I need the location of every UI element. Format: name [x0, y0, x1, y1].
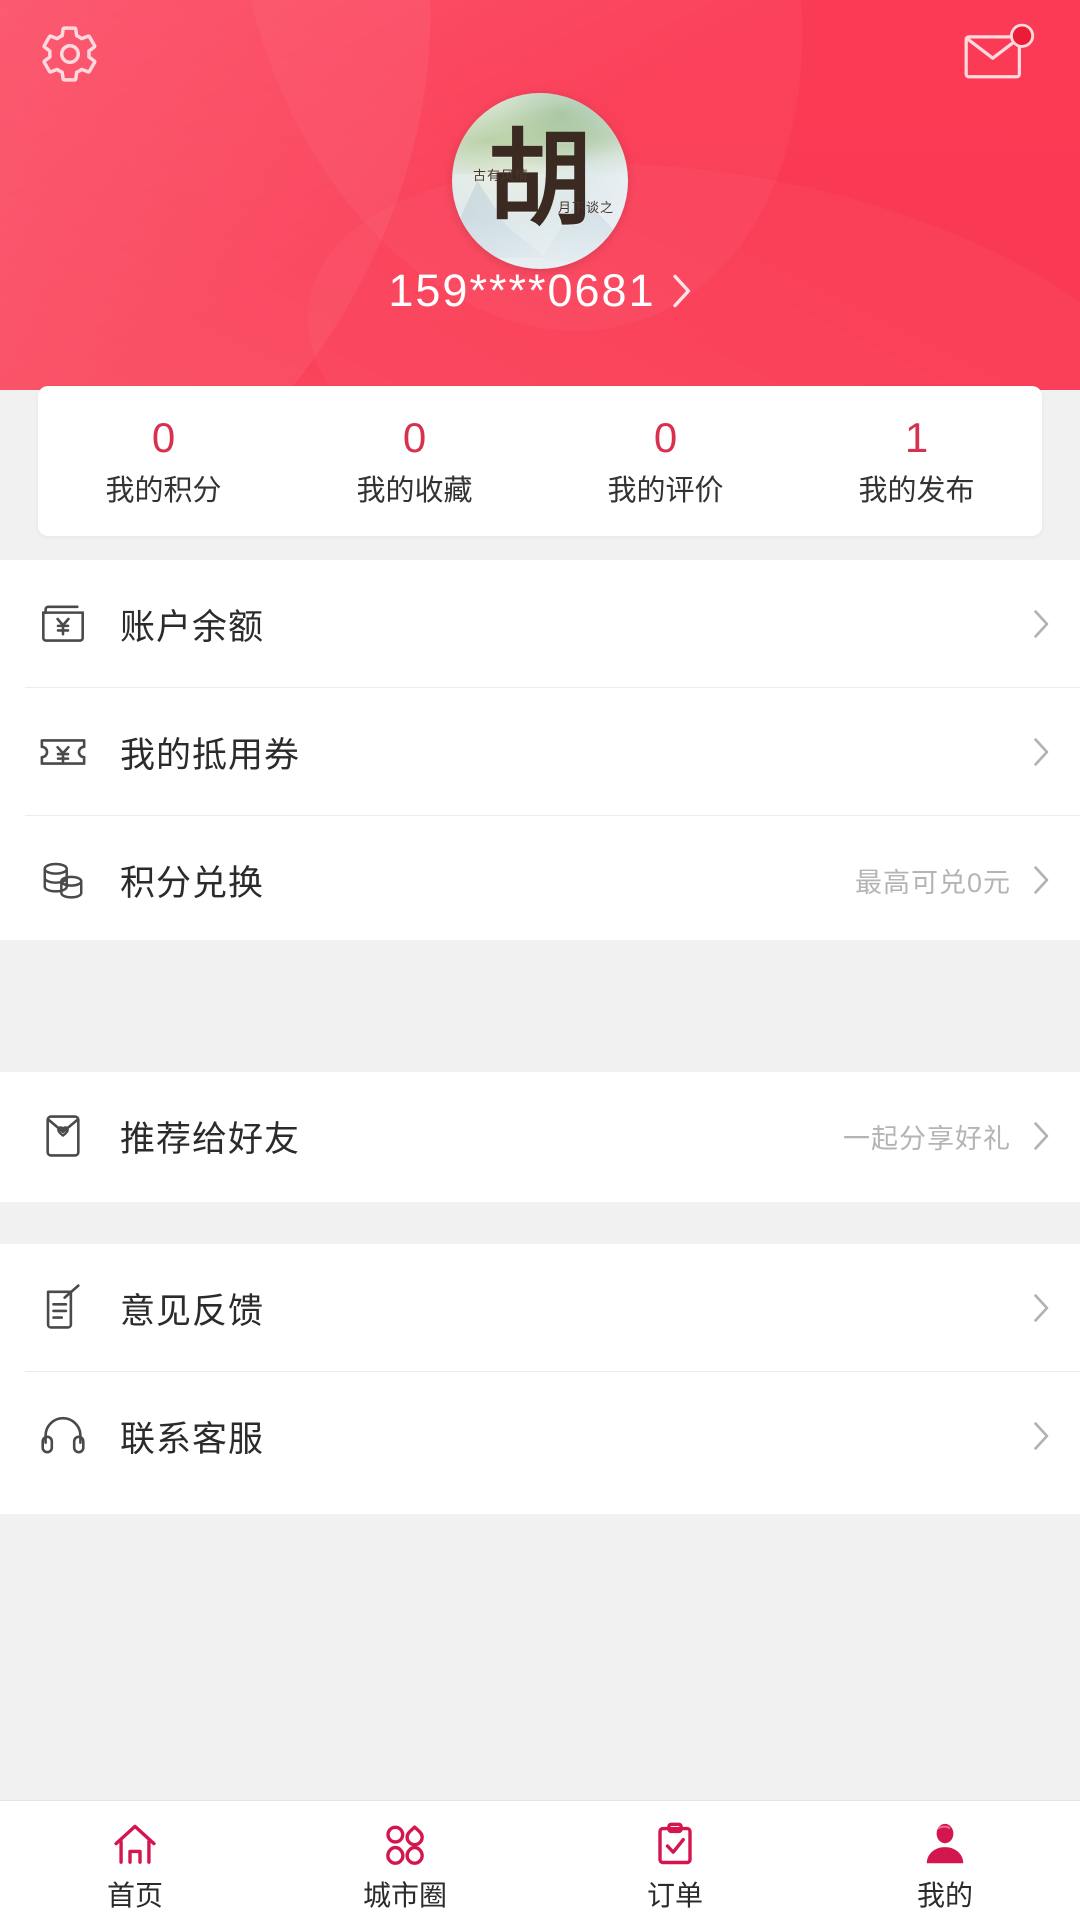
tab-label: 我的 — [917, 1882, 973, 1910]
menu-group-account: 账户余额 我的抵用券 — [0, 560, 1080, 940]
stat-my-points[interactable]: 0 我的积分 — [38, 386, 289, 536]
stat-label: 我的评价 — [607, 477, 723, 506]
messages-button[interactable] — [950, 12, 1050, 96]
profile-header: 胡 古有风情 月下谈之 159****0681 — [0, 0, 1080, 390]
menu-item-hint: 最高可兑0元 — [855, 861, 1011, 900]
phone-number-row[interactable]: 159****0681 — [0, 268, 1080, 313]
menu-group-share: 推荐给好友 一起分享好礼 — [0, 1072, 1080, 1202]
menu-item-my-coupons[interactable]: 我的抵用券 — [0, 688, 1080, 816]
chevron-right-icon — [1033, 609, 1050, 639]
user-person-icon — [917, 1817, 973, 1873]
chevron-right-icon — [1033, 1421, 1050, 1451]
gear-icon — [39, 23, 101, 85]
stat-my-favorites[interactable]: 0 我的收藏 — [289, 386, 540, 536]
menu-item-contact-support[interactable]: 联系客服 — [0, 1372, 1080, 1500]
tab-label: 订单 — [647, 1882, 703, 1910]
tab-city-circle[interactable]: 城市圈 — [270, 1801, 540, 1920]
section-gap-bottom — [0, 1514, 1080, 1800]
chevron-right-icon — [1033, 737, 1050, 767]
my-account-screen: 胡 古有风情 月下谈之 159****0681 0 我的积分 0 我的收藏 0 … — [0, 0, 1080, 1920]
tab-orders[interactable]: 订单 — [540, 1801, 810, 1920]
stat-label: 我的积分 — [105, 477, 221, 506]
section-gap-2 — [0, 1202, 1080, 1244]
order-clipboard-icon — [647, 1817, 703, 1873]
phone-number: 159****0681 — [388, 268, 655, 313]
tab-mine[interactable]: 我的 — [810, 1801, 1080, 1920]
stat-value: 0 — [403, 417, 426, 459]
chevron-right-icon — [1033, 1293, 1050, 1323]
menu-item-account-balance[interactable]: 账户余额 — [0, 560, 1080, 688]
headset-icon — [32, 1405, 94, 1467]
coupon-ticket-icon — [32, 721, 94, 783]
avatar-subtext-top: 古有风情 — [473, 165, 529, 184]
menu-item-label: 账户余额 — [120, 599, 1011, 650]
stat-label: 我的收藏 — [356, 477, 472, 506]
coins-stack-icon — [32, 849, 94, 911]
home-icon — [107, 1817, 163, 1873]
menu-item-hint: 一起分享好礼 — [843, 1117, 1011, 1156]
stats-card: 0 我的积分 0 我的收藏 0 我的评价 1 我的发布 — [38, 386, 1042, 536]
section-gap-1 — [0, 940, 1080, 1072]
feedback-note-icon — [32, 1277, 94, 1339]
menu-item-label: 我的抵用券 — [120, 727, 1011, 778]
bottom-tab-bar: 首页 城市圈 订单 — [0, 1800, 1080, 1920]
stat-label: 我的发布 — [858, 477, 974, 506]
mail-icon — [962, 23, 1038, 85]
menu-item-feedback[interactable]: 意见反馈 — [0, 1244, 1080, 1372]
city-circle-icon — [377, 1817, 433, 1873]
menu-group-support: 意见反馈 联系客服 — [0, 1244, 1080, 1514]
envelope-heart-icon — [32, 1105, 94, 1167]
wallet-yen-icon — [32, 593, 94, 655]
menu-item-label: 积分兑换 — [120, 855, 855, 906]
stat-value: 1 — [905, 417, 928, 459]
stat-my-posts[interactable]: 1 我的发布 — [791, 386, 1042, 536]
avatar[interactable]: 胡 古有风情 月下谈之 — [452, 93, 628, 269]
tab-label: 城市圈 — [363, 1882, 447, 1910]
stat-value: 0 — [654, 417, 677, 459]
message-badge-dot — [1011, 25, 1032, 46]
tab-label: 首页 — [107, 1882, 163, 1910]
settings-button[interactable] — [28, 12, 112, 96]
chevron-right-icon — [672, 274, 692, 308]
menu-item-label: 推荐给好友 — [120, 1111, 843, 1162]
chevron-right-icon — [1033, 1121, 1050, 1151]
header-decoration-3 — [266, 91, 1080, 390]
avatar-subtext-bottom: 月下谈之 — [558, 197, 614, 216]
menu-item-label: 联系客服 — [120, 1411, 1011, 1462]
chevron-right-icon — [1033, 865, 1050, 895]
menu-item-points-exchange[interactable]: 积分兑换 最高可兑0元 — [0, 816, 1080, 944]
tab-home[interactable]: 首页 — [0, 1801, 270, 1920]
stat-value: 0 — [152, 417, 175, 459]
menu-item-label: 意见反馈 — [120, 1283, 1011, 1334]
stat-my-reviews[interactable]: 0 我的评价 — [540, 386, 791, 536]
menu-item-recommend-friend[interactable]: 推荐给好友 一起分享好礼 — [0, 1072, 1080, 1200]
